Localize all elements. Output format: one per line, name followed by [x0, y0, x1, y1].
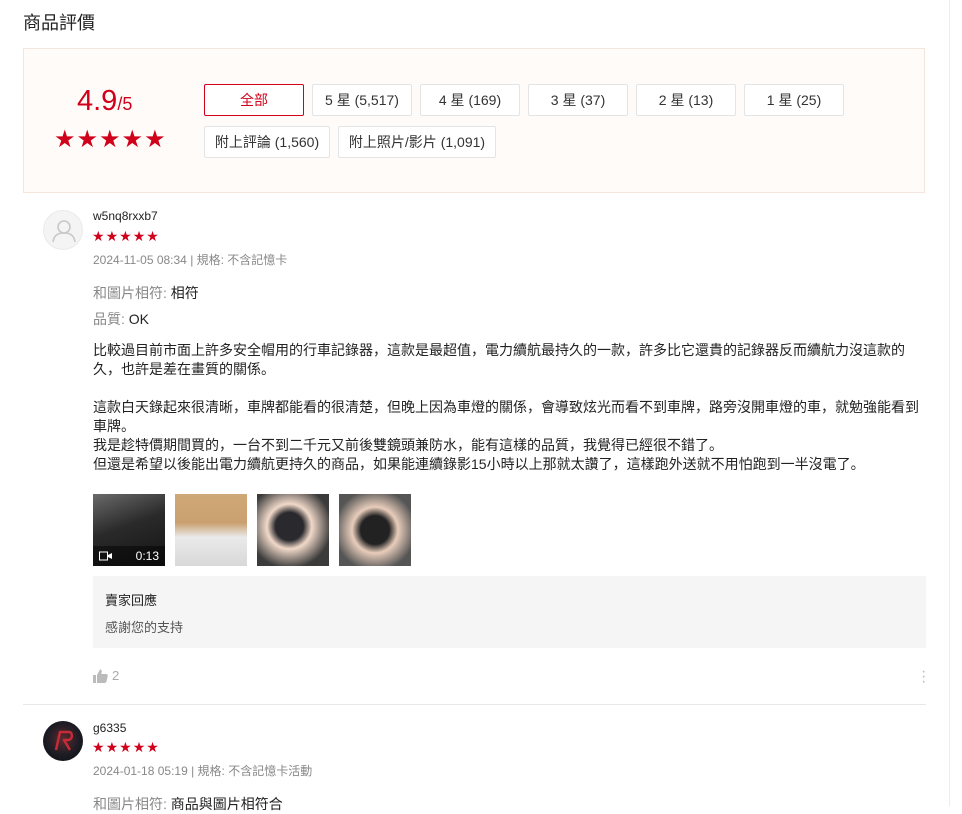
attribute-value: OK	[128, 311, 150, 327]
filter-with-media-button[interactable]: 附上照片/影片 (1,091)	[338, 126, 496, 158]
star-icon: ★	[105, 739, 119, 755]
star-icon: ★	[146, 228, 159, 244]
rating-summary: 4.9/5 ★ ★ ★ ★ ★ 全部 5 星 (5,517) 4 星 (169)…	[23, 48, 925, 193]
review-meta: 2024-01-18 05:19 | 規格: 不含記憶卡活動	[93, 764, 313, 778]
review-paragraph: 這款白天錄起來很清晰，車牌都能看的很清楚，但晚上因為車燈的關係，會導致炫光而看不…	[93, 399, 919, 434]
review-paragraph	[93, 379, 923, 398]
review-attribute: 品質: OK	[93, 309, 149, 329]
average-score: 4.9/5	[77, 85, 132, 118]
review-stars: ★ ★ ★ ★ ★	[92, 740, 159, 754]
review-attribute: 和圖片相符: 相符	[93, 283, 199, 303]
star-icon: ★	[132, 228, 146, 244]
scroll-edge	[949, 0, 950, 806]
product-reviews-page: 商品評價 4.9/5 ★ ★ ★ ★ ★ 全部 5 星 (5,517) 4 星 …	[0, 0, 962, 812]
star-icon: ★	[132, 739, 146, 755]
review-paragraph: 我是趁特價期間買的，一台不到二千元又前後雙鏡頭兼防水，能有這樣的品質，我覺得已經…	[93, 437, 723, 453]
review-body: 比較過目前市面上許多安全帽用的行車記錄器，這款是最超值，電力續航最持久的一款，許…	[93, 341, 923, 474]
attribute-value: 商品與圖片相符合	[170, 796, 283, 812]
star-icon: ★	[54, 126, 76, 153]
seller-reply-content: 感謝您的支持	[105, 620, 184, 635]
star-icon: ★	[146, 739, 159, 755]
avatar	[43, 210, 83, 250]
filter-4-star-button[interactable]: 4 星 (169)	[420, 84, 520, 116]
seller-reply: 賣家回應 感謝您的支持	[93, 576, 926, 648]
star-icon: ★	[92, 228, 105, 244]
review-divider	[23, 704, 926, 705]
average-score-value: 4.9	[77, 85, 118, 117]
attribute-key: 和圖片相符:	[93, 796, 167, 812]
avatar-emblem-icon	[54, 730, 74, 751]
attribute-key: 和圖片相符:	[93, 285, 167, 301]
section-title: 商品評價	[23, 13, 95, 33]
attribute-value: 相符	[170, 285, 199, 301]
more-options-icon[interactable]: · · ·	[921, 664, 926, 690]
star-icon: ★	[92, 739, 105, 755]
star-icon: ★	[76, 126, 99, 153]
filter-with-comments-button[interactable]: 附上評論 (1,560)	[204, 126, 330, 158]
review-paragraph: 比較過目前市面上許多安全帽用的行車記錄器，這款是最超值，電力續航最持久的一款，許…	[93, 342, 905, 377]
average-score-suffix: /5	[117, 94, 133, 114]
star-icon: ★	[144, 126, 166, 153]
video-camera-icon	[99, 551, 112, 561]
user-icon	[52, 220, 76, 243]
avatar	[43, 721, 83, 761]
thumbs-up-icon	[93, 669, 108, 683]
review-media: 0:13	[93, 494, 411, 566]
video-badge: 0:13	[93, 546, 165, 566]
review-username[interactable]: w5nq8rxxb7	[93, 209, 158, 223]
star-icon: ★	[99, 126, 121, 153]
star-icon: ★	[105, 228, 119, 244]
star-icon: ★	[119, 739, 132, 755]
filter-all-button[interactable]: 全部	[204, 84, 304, 116]
review-paragraph: 但還是希望以後能出電力續航更持久的商品，如果能連續錄影15小時以上那就太讚了，這…	[93, 456, 865, 472]
review-image-thumbnail[interactable]	[339, 494, 411, 566]
filter-5-star-button[interactable]: 5 星 (5,517)	[312, 84, 412, 116]
seller-reply-heading: 賣家回應	[105, 593, 158, 608]
filter-3-star-button[interactable]: 3 星 (37)	[528, 84, 628, 116]
attribute-key: 品質:	[93, 311, 125, 327]
star-icon: ★	[119, 228, 132, 244]
review-username[interactable]: g6335	[93, 721, 126, 735]
average-stars: ★ ★ ★ ★ ★	[54, 128, 166, 152]
filter-1-star-button[interactable]: 1 星 (25)	[744, 84, 844, 116]
like-count: 2	[112, 668, 120, 683]
review-meta: 2024-11-05 08:34 | 規格: 不含記憶卡	[93, 253, 288, 267]
review-image-thumbnail[interactable]	[257, 494, 329, 566]
like-button[interactable]: 2	[93, 668, 119, 683]
star-icon: ★	[121, 126, 144, 153]
review-video-thumbnail[interactable]: 0:13	[93, 494, 165, 566]
review-stars: ★ ★ ★ ★ ★	[92, 229, 159, 243]
review-attribute: 和圖片相符: 商品與圖片相符合	[93, 794, 283, 814]
video-duration: 0:13	[135, 549, 159, 563]
review-image-thumbnail[interactable]	[175, 494, 247, 566]
filter-2-star-button[interactable]: 2 星 (13)	[636, 84, 736, 116]
